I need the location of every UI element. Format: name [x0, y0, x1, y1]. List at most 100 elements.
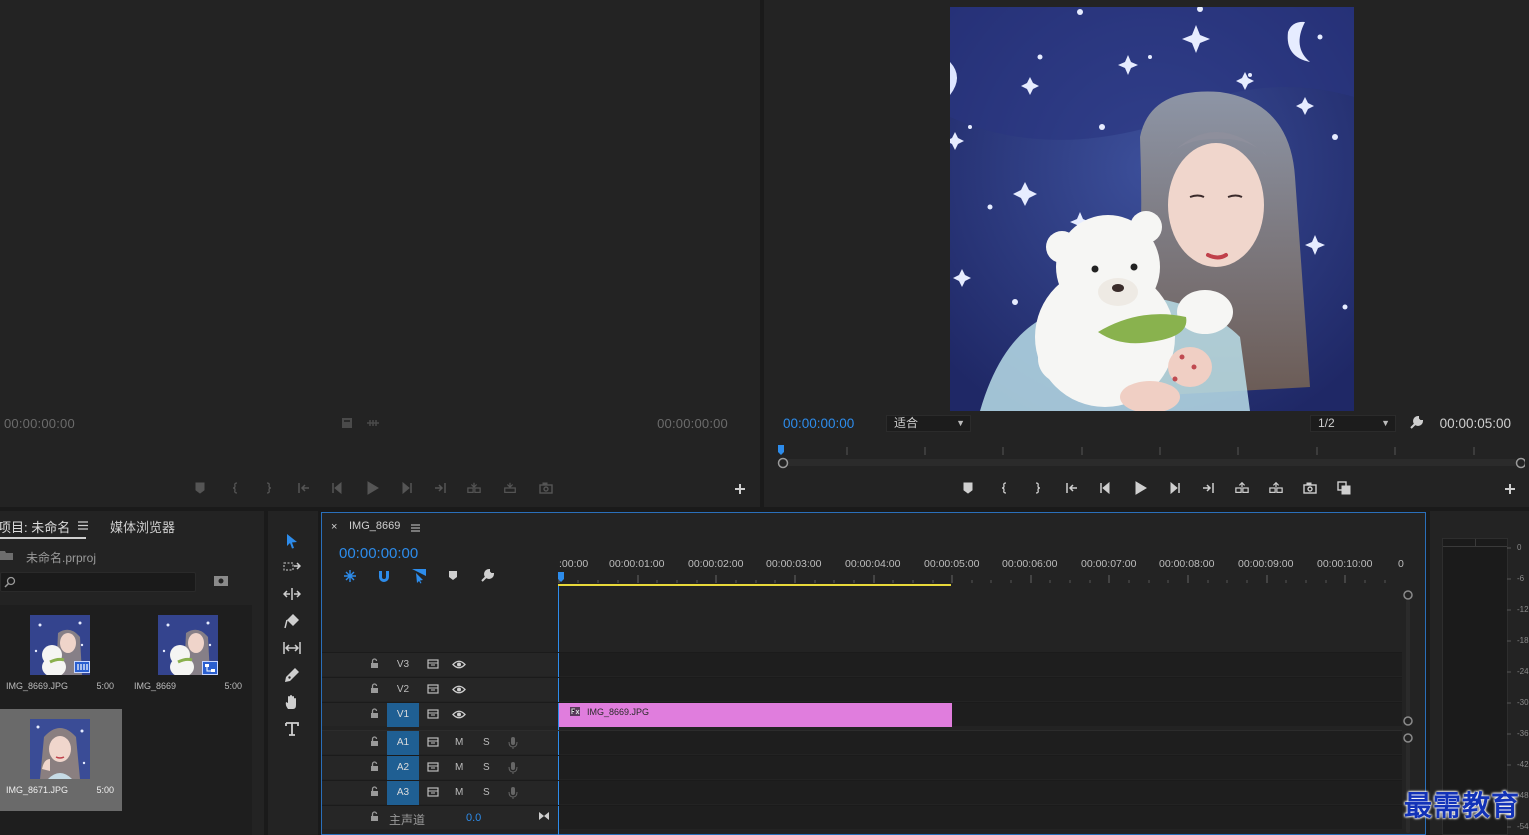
step-forward-icon[interactable]: [395, 478, 417, 498]
tab-project[interactable]: 项目: 未命名: [0, 517, 70, 536]
add-marker-icon[interactable]: [189, 478, 211, 498]
linked-selection-icon[interactable]: [411, 568, 427, 584]
play-icon[interactable]: [361, 478, 383, 498]
selection-tool-icon[interactable]: [279, 529, 305, 553]
lock-icon[interactable]: [370, 658, 379, 669]
ripple-edit-tool-icon[interactable]: [279, 582, 305, 606]
solo-button[interactable]: S: [483, 781, 490, 805]
mark-in-icon[interactable]: [225, 478, 247, 498]
go-to-in-icon[interactable]: [1061, 478, 1083, 498]
source-timecode-in[interactable]: 00:00:00:00: [4, 416, 75, 431]
source-drag-icon[interactable]: [366, 418, 380, 428]
media-item[interactable]: IMG_8669 5:00: [128, 605, 250, 707]
go-to-end-icon[interactable]: [538, 811, 550, 821]
timeline-ruler[interactable]: :00:00 00:00:01:00 00:00:02:00 00:00:03:…: [558, 553, 1408, 588]
comparison-view-icon[interactable]: [1333, 478, 1355, 498]
program-resolution-select[interactable]: 1/2 ▼: [1310, 415, 1396, 432]
track-lane[interactable]: [559, 756, 1402, 779]
sequence-tab[interactable]: IMG_8669: [349, 520, 400, 532]
source-button-editor-icon[interactable]: [734, 483, 746, 495]
add-marker-icon[interactable]: [448, 570, 458, 582]
insert-icon[interactable]: [463, 478, 485, 498]
wrench-icon[interactable]: [480, 569, 494, 583]
mute-button[interactable]: M: [455, 756, 463, 780]
panel-menu-icon[interactable]: [411, 524, 420, 532]
slip-tool-icon[interactable]: [279, 636, 305, 660]
source-settings-icon[interactable]: [341, 417, 353, 429]
close-sequence-icon[interactable]: ×: [331, 521, 337, 533]
eye-icon[interactable]: [452, 710, 466, 719]
pen-tool-icon[interactable]: [279, 663, 305, 687]
lock-icon[interactable]: [370, 786, 379, 797]
solo-button[interactable]: S: [483, 731, 490, 755]
lift-icon[interactable]: [1231, 478, 1253, 498]
track-name[interactable]: A1: [387, 731, 419, 755]
lock-icon[interactable]: [370, 683, 379, 694]
mark-out-icon[interactable]: [1026, 478, 1048, 498]
go-to-in-icon[interactable]: [293, 478, 315, 498]
track-lane[interactable]: [559, 731, 1402, 754]
sync-lock-icon[interactable]: [427, 787, 439, 797]
media-item[interactable]: IMG_8669.JPG 5:00: [0, 605, 122, 707]
extract-icon[interactable]: [1265, 478, 1287, 498]
mark-in-icon[interactable]: [994, 478, 1016, 498]
solo-button[interactable]: S: [483, 756, 490, 780]
go-to-out-icon[interactable]: [1197, 478, 1219, 498]
export-frame-icon[interactable]: [535, 478, 557, 498]
mute-button[interactable]: M: [455, 781, 463, 805]
razor-tool-icon[interactable]: [279, 609, 305, 633]
tab-media-browser[interactable]: 媒体浏览器: [110, 517, 175, 536]
lock-icon[interactable]: [370, 811, 379, 822]
program-button-editor-icon[interactable]: [1504, 483, 1516, 495]
track-name[interactable]: A2: [387, 756, 419, 780]
track-lane[interactable]: [559, 806, 1402, 829]
track-select-tool-icon[interactable]: [279, 555, 305, 579]
lock-icon[interactable]: [370, 736, 379, 747]
master-volume-value[interactable]: 0.0: [466, 812, 481, 824]
mute-button[interactable]: M: [455, 731, 463, 755]
sync-lock-icon[interactable]: [427, 762, 439, 772]
export-frame-icon[interactable]: [1299, 478, 1321, 498]
timeline-timecode[interactable]: 00:00:00:00: [339, 545, 418, 562]
play-icon[interactable]: [1129, 478, 1151, 498]
step-back-icon[interactable]: [1095, 478, 1117, 498]
wrench-icon[interactable]: [1409, 416, 1423, 430]
track-lane[interactable]: [559, 781, 1402, 804]
track-lane[interactable]: [559, 653, 1402, 676]
overwrite-icon[interactable]: [499, 478, 521, 498]
step-forward-icon[interactable]: [1163, 478, 1185, 498]
sync-lock-icon[interactable]: [427, 737, 439, 747]
sync-lock-icon[interactable]: [427, 684, 439, 694]
hand-tool-icon[interactable]: [279, 690, 305, 714]
step-back-icon[interactable]: [327, 478, 349, 498]
project-search-field[interactable]: [0, 572, 196, 592]
microphone-icon[interactable]: [508, 761, 518, 775]
sync-lock-icon[interactable]: [427, 709, 439, 719]
sync-lock-icon[interactable]: [427, 659, 439, 669]
microphone-icon[interactable]: [508, 786, 518, 800]
panel-menu-icon[interactable]: [78, 521, 88, 530]
program-timecode[interactable]: 00:00:00:00: [783, 416, 854, 431]
type-tool-icon[interactable]: [279, 717, 305, 741]
track-name[interactable]: V3: [387, 653, 419, 677]
new-search-bin-icon[interactable]: [214, 575, 228, 587]
lock-icon[interactable]: [370, 708, 379, 719]
source-timecode-out[interactable]: 00:00:00:00: [657, 416, 728, 431]
clip[interactable]: IMG_8669.JPG: [559, 703, 952, 727]
go-to-out-icon[interactable]: [429, 478, 451, 498]
eye-icon[interactable]: [452, 660, 466, 669]
program-time-ruler[interactable]: [777, 444, 1525, 470]
track-lane[interactable]: [559, 678, 1402, 701]
track-lane[interactable]: IMG_8669.JPG: [559, 703, 1402, 727]
nest-icon[interactable]: [343, 569, 357, 583]
track-name[interactable]: A3: [387, 781, 419, 805]
search-input[interactable]: [19, 574, 189, 590]
track-name[interactable]: V2: [387, 678, 419, 702]
media-item-selected[interactable]: IMG_8671.JPG 5:00: [0, 709, 122, 811]
lock-icon[interactable]: [370, 761, 379, 772]
eye-icon[interactable]: [452, 685, 466, 694]
snap-icon[interactable]: [377, 569, 391, 583]
add-marker-icon[interactable]: [957, 478, 979, 498]
mark-out-icon[interactable]: [257, 478, 279, 498]
microphone-icon[interactable]: [508, 736, 518, 750]
